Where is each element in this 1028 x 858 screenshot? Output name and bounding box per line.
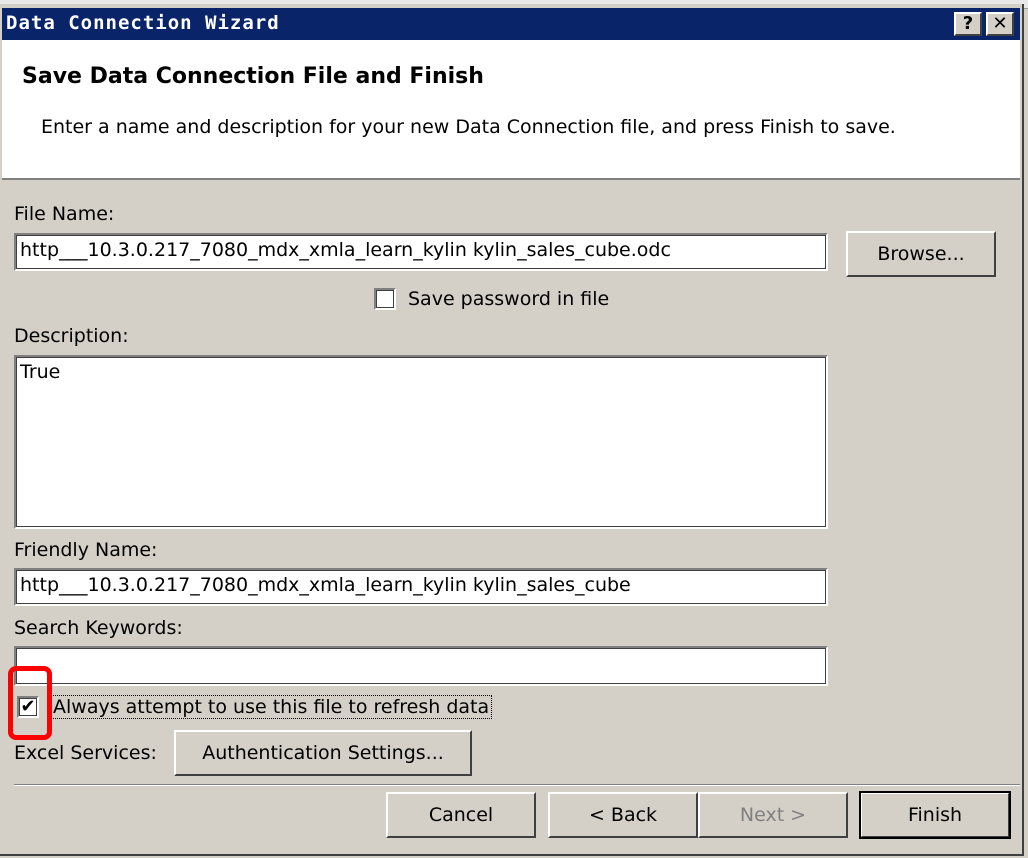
search-keywords-label: Search Keywords:	[14, 617, 183, 639]
authentication-settings-button[interactable]: Authentication Settings...	[174, 730, 472, 776]
save-password-label[interactable]: Save password in file	[408, 288, 609, 310]
friendly-name-label: Friendly Name:	[14, 539, 158, 561]
red-highlight-box	[8, 666, 52, 740]
always-attempt-label[interactable]: Always attempt to use this file to refre…	[50, 695, 493, 719]
description-label: Description:	[14, 325, 129, 347]
cancel-button[interactable]: Cancel	[386, 792, 536, 838]
search-keywords-input[interactable]	[14, 646, 828, 686]
friendly-name-input[interactable]: http___10.3.0.217_7080_mdx_xmla_learn_ky…	[14, 568, 828, 606]
finish-button[interactable]: Finish	[859, 791, 1011, 839]
title-bar: Data Connection Wizard ? ✕	[2, 8, 1020, 40]
back-button[interactable]: < Back	[548, 792, 698, 838]
file-name-input[interactable]: http___10.3.0.217_7080_mdx_xmla_learn_ky…	[14, 233, 828, 271]
description-textarea[interactable]: True	[14, 355, 828, 529]
excel-services-label: Excel Services:	[14, 742, 157, 764]
next-button[interactable]: Next >	[698, 792, 848, 838]
page-description: Enter a name and description for your ne…	[41, 116, 896, 138]
file-name-label: File Name:	[14, 203, 115, 225]
browse-button[interactable]: Browse...	[846, 231, 996, 277]
close-icon: ✕	[992, 13, 1008, 34]
help-icon: ?	[962, 13, 974, 34]
wizard-header: Save Data Connection File and Finish Ent…	[2, 40, 1020, 180]
page-title: Save Data Connection File and Finish	[22, 64, 484, 89]
window-title: Data Connection Wizard	[6, 12, 280, 34]
footer-separator	[14, 784, 1020, 786]
help-button[interactable]: ?	[954, 12, 982, 36]
save-password-checkbox[interactable]	[374, 288, 396, 310]
close-button[interactable]: ✕	[986, 12, 1014, 36]
always-attempt-text: Always attempt to use this file to refre…	[50, 695, 493, 719]
